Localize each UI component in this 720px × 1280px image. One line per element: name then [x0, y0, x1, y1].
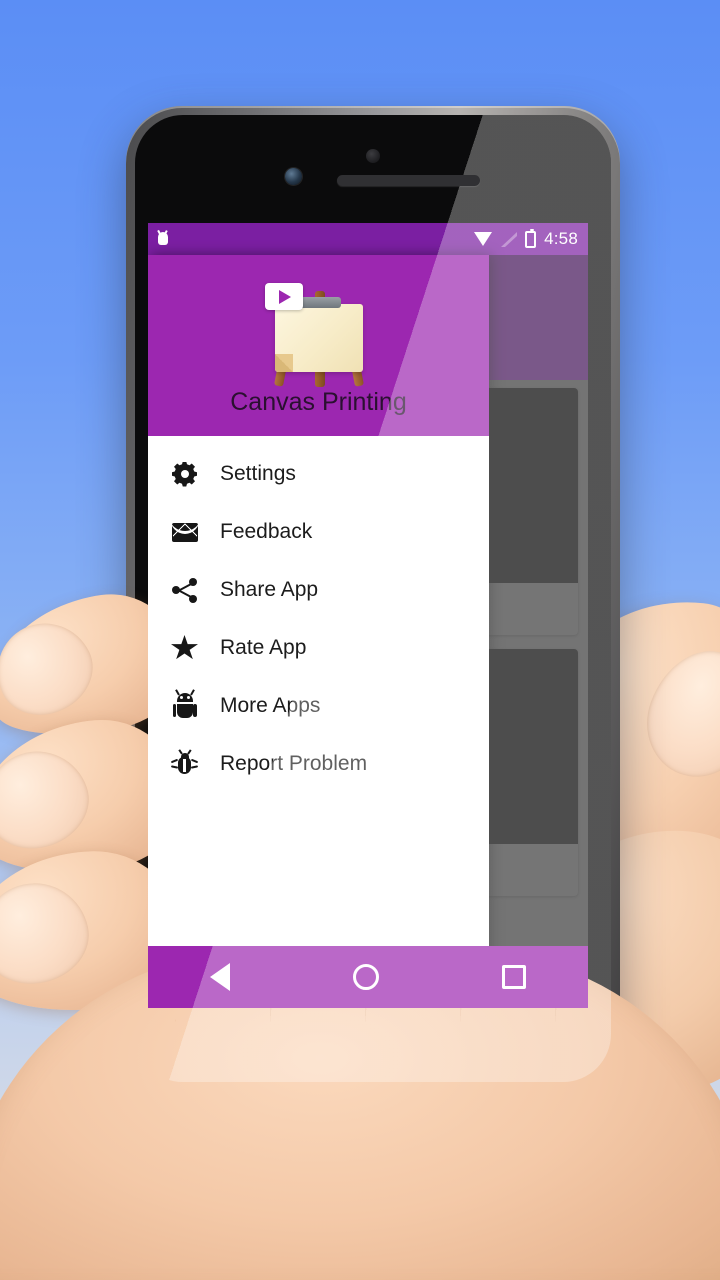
status-bar: 4:58: [148, 223, 588, 255]
drawer-menu: Settings Feedback Share App Rate App Mor…: [148, 436, 489, 793]
share-icon: [171, 577, 198, 604]
drawer-item-label: More Apps: [220, 694, 321, 717]
mail-icon: [171, 519, 198, 546]
wifi-icon: [474, 232, 493, 246]
proximity-sensor-icon: [366, 149, 380, 163]
earpiece-speaker: [337, 175, 480, 186]
drawer-item-label: Report Problem: [220, 752, 368, 775]
drawer-header: Canvas Printing: [148, 255, 489, 436]
phone-glass: Painting Tutorials by for: [135, 115, 611, 1082]
drawer-item-report-problem[interactable]: Report Problem: [148, 735, 489, 793]
app-screen: Painting Tutorials by for: [148, 223, 588, 1008]
android-icon: [171, 689, 198, 720]
recents-button[interactable]: [502, 965, 527, 989]
status-bar-clock: 4:58: [544, 229, 578, 248]
drawer-item-label: Settings: [220, 462, 296, 485]
thumbnail: [631, 635, 720, 792]
navigation-drawer: Canvas Printing Settings Feedback Share …: [148, 255, 489, 977]
drawer-item-settings[interactable]: Settings: [148, 445, 489, 503]
bug-icon: [170, 751, 199, 778]
fingernail: [0, 873, 98, 994]
drawer-item-label: Feedback: [220, 520, 313, 543]
signal-icon: [501, 231, 518, 247]
star-icon: [171, 635, 198, 662]
drawer-item-more-apps[interactable]: More Apps: [148, 677, 489, 735]
drawer-item-share-app[interactable]: Share App: [148, 561, 489, 619]
gear-icon: [171, 461, 198, 488]
home-button[interactable]: [352, 964, 379, 990]
drawer-item-feedback[interactable]: Feedback: [148, 503, 489, 561]
easel-canvas-play-icon: [264, 277, 371, 387]
battery-charging-icon: [525, 228, 537, 248]
fingernail: [0, 737, 101, 863]
app-title: Canvas Printing: [230, 388, 407, 416]
drawer-item-label: Rate App: [220, 636, 307, 659]
android-nav-bar: [148, 946, 588, 1008]
drawer-item-rate-app[interactable]: Rate App: [148, 619, 489, 677]
phone-device: Painting Tutorials by for: [126, 106, 620, 1091]
front-camera-icon: [285, 168, 302, 185]
android-notification-icon: [156, 229, 169, 247]
back-button[interactable]: [209, 963, 230, 991]
drawer-item-label: Share App: [220, 578, 319, 601]
